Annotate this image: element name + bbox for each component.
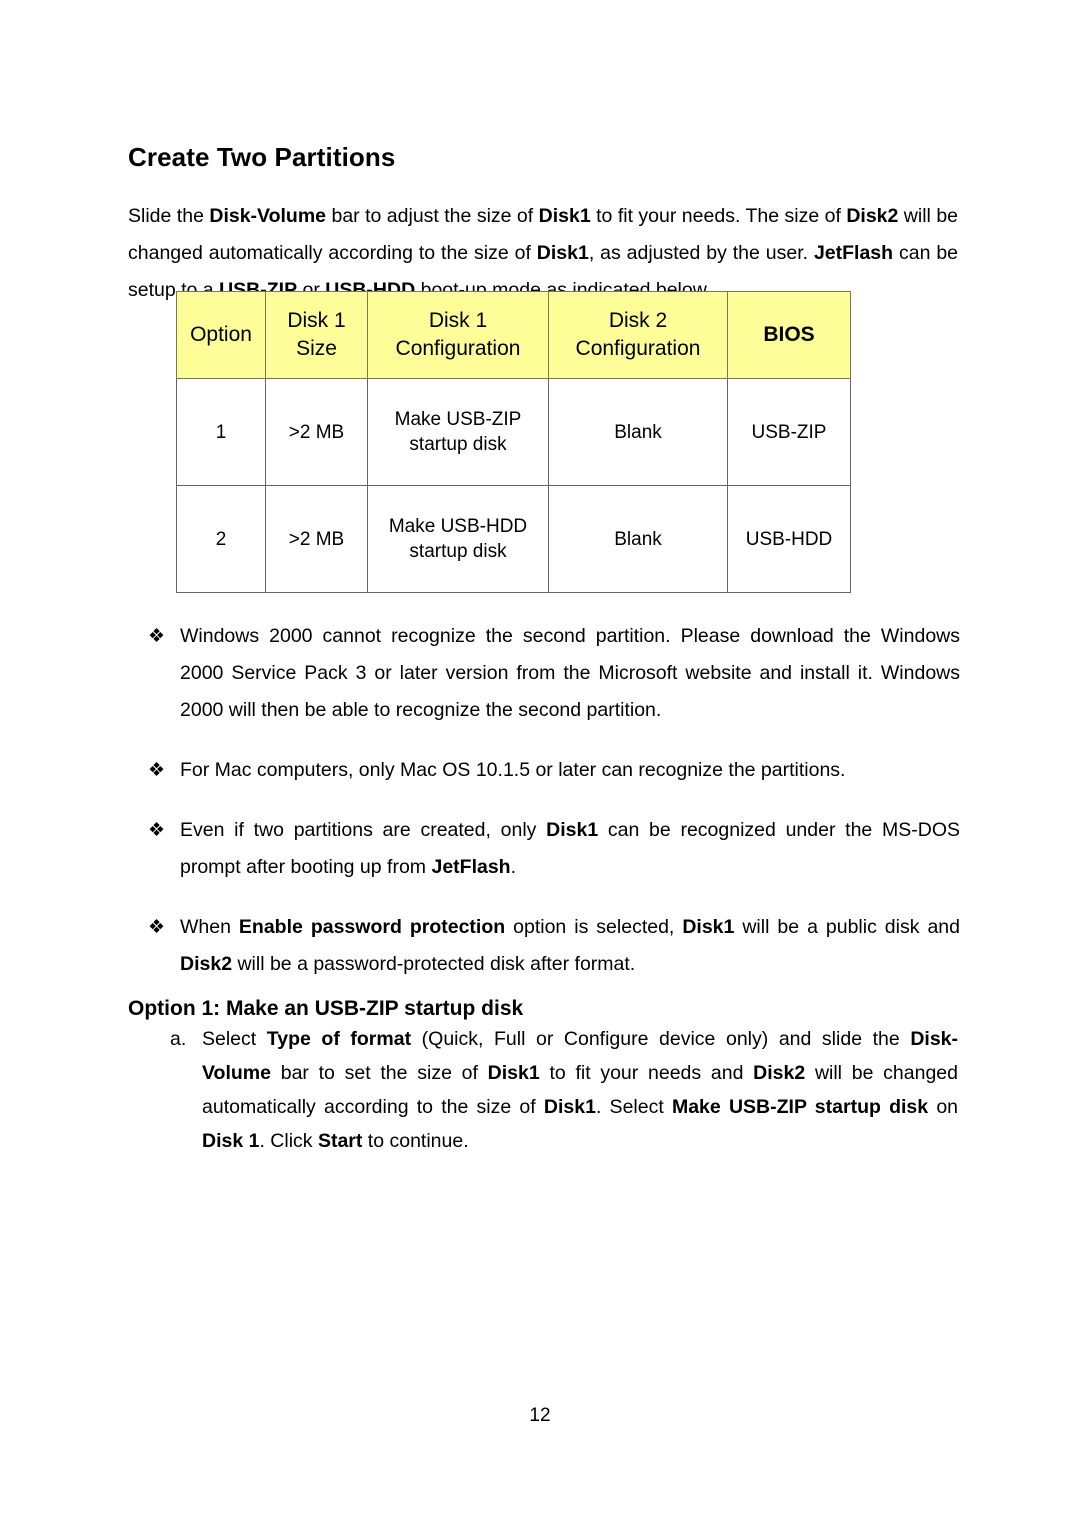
cell-disk1-size: >2 MB [265,378,368,486]
list-item: ❖ Even if two partitions are created, on… [148,812,960,886]
section-heading-option-1: Option 1: Make an USB-ZIP startup disk [128,997,524,1021]
cell-bios: USB-HDD [727,485,851,593]
cell-disk2-config: Blank [548,485,728,593]
cell-disk1-size: >2 MB [265,485,368,593]
diamond-bullet-icon: ❖ [148,626,166,647]
cell-option: 2 [176,485,266,593]
header-disk2-configuration: Disk 2 Configuration [548,291,728,379]
header-option: Option [176,291,266,379]
list-item: ❖ When Enable password protection option… [148,909,960,983]
table-row: 2 >2 MB Make USB-HDD startup disk Blank U… [176,485,851,593]
document-page: Create Two Partitions Slide the Disk-Vol… [0,0,1080,1528]
notes-list: ❖ Windows 2000 cannot recognize the seco… [148,618,960,983]
table-header-row: Option Disk 1 Size Disk 1 Configuration Di… [176,291,851,379]
table-row: 1 >2 MB Make USB-ZIP startup disk Blank U… [176,378,851,486]
table-header: Option Disk 1 Size Disk 1 Configuration Di… [176,291,851,379]
cell-disk2-config: Blank [548,378,728,486]
header-disk1-configuration: Disk 1 Configuration [367,291,549,379]
header-disk1-size: Disk 1 Size [265,291,368,379]
cell-disk1-config: Make USB-HDD startup disk [367,485,549,593]
step-text: Select Type of format (Quick, Full or Co… [202,1028,959,1152]
list-item: ❖ For Mac computers, only Mac OS 10.1.5 … [148,752,960,789]
step-marker: a. [170,1028,187,1050]
page-title: Create Two Partitions [128,142,396,173]
steps-list: a. Select Type of format (Quick, Full or… [170,1022,958,1158]
cell-bios: USB-ZIP [727,378,851,486]
step-item: a. Select Type of format (Quick, Full or… [170,1022,958,1158]
diamond-bullet-icon: ❖ [148,917,166,938]
diamond-bullet-icon: ❖ [148,760,166,781]
page-number: 12 [529,1405,551,1426]
cell-disk1-config: Make USB-ZIP startup disk [367,378,549,486]
list-item-text: For Mac computers, only Mac OS 10.1.5 or… [180,759,846,781]
list-item: ❖ Windows 2000 cannot recognize the seco… [148,618,960,729]
cell-option: 1 [176,378,266,486]
partition-options-table: Option Disk 1 Size Disk 1 Configuration Di… [176,291,851,593]
list-item-text: Even if two partitions are created, only… [180,819,960,878]
table-body: 1 >2 MB Make USB-ZIP startup disk Blank U… [176,378,851,593]
diamond-bullet-icon: ❖ [148,820,166,841]
list-item-text: Windows 2000 cannot recognize the second… [180,625,960,721]
header-bios: BIOS [727,291,851,379]
list-item-text: When Enable password protection option i… [180,916,960,975]
